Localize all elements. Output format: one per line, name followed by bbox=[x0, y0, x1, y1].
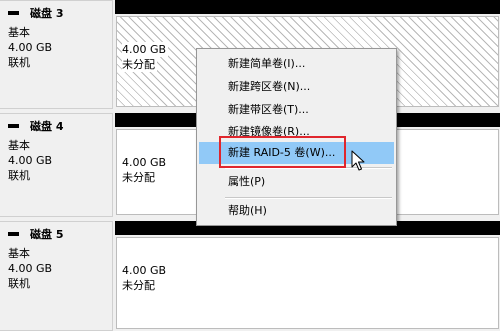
disk-status: 联机 bbox=[8, 56, 30, 69]
disk-row-5: 磁盘 5 基本 4.00 GB 联机 4.00 GB 未分配 bbox=[0, 221, 500, 331]
disk-size: 4.00 GB bbox=[8, 262, 53, 275]
disk-name: 磁盘 3 bbox=[30, 7, 64, 20]
volume-size: 4.00 GB bbox=[122, 263, 169, 278]
disk-info-5[interactable]: 磁盘 5 基本 4.00 GB 联机 bbox=[0, 221, 113, 331]
volume-region-unallocated[interactable]: 4.00 GB 未分配 bbox=[116, 237, 499, 329]
volume-disk-5[interactable]: 4.00 GB 未分配 bbox=[115, 221, 500, 331]
disk-icon bbox=[8, 124, 19, 128]
disk-status: 联机 bbox=[8, 277, 30, 290]
menu-item-new-simple-volume[interactable]: 新建简单卷(I)... bbox=[199, 53, 394, 75]
mouse-pointer-icon bbox=[351, 150, 365, 171]
menu-item-help[interactable]: 帮助(H) bbox=[199, 200, 394, 222]
menu-item-properties[interactable]: 属性(P) bbox=[199, 171, 394, 193]
volume-status: 未分配 bbox=[122, 57, 157, 72]
disk-icon bbox=[8, 11, 19, 15]
disk-size: 4.00 GB bbox=[8, 41, 53, 54]
menu-separator bbox=[225, 197, 392, 199]
volume-bar bbox=[115, 0, 500, 14]
disk-type: 基本 bbox=[8, 139, 30, 152]
disk-name: 磁盘 4 bbox=[30, 120, 64, 133]
disk-type: 基本 bbox=[8, 247, 30, 260]
disk-info-4[interactable]: 磁盘 4 基本 4.00 GB 联机 bbox=[0, 113, 113, 217]
disk-type: 基本 bbox=[8, 26, 30, 39]
disk-name: 磁盘 5 bbox=[30, 228, 64, 241]
menu-item-new-striped-volume[interactable]: 新建带区卷(T)... bbox=[199, 99, 394, 121]
context-menu: 新建简单卷(I)... 新建跨区卷(N)... 新建带区卷(T)... 新建镜像… bbox=[196, 48, 397, 226]
disk-size: 4.00 GB bbox=[8, 154, 53, 167]
disk-info-3[interactable]: 磁盘 3 基本 4.00 GB 联机 bbox=[0, 0, 113, 109]
menu-separator bbox=[225, 167, 392, 169]
volume-size: 4.00 GB bbox=[122, 42, 169, 57]
disk-status: 联机 bbox=[8, 169, 30, 182]
volume-size: 4.00 GB bbox=[122, 155, 169, 170]
disk-icon bbox=[8, 232, 19, 236]
menu-item-new-mirrored-volume[interactable]: 新建镜像卷(R)... bbox=[199, 121, 394, 143]
volume-status: 未分配 bbox=[122, 278, 157, 293]
volume-status: 未分配 bbox=[122, 170, 157, 185]
menu-item-new-spanned-volume[interactable]: 新建跨区卷(N)... bbox=[199, 76, 394, 98]
